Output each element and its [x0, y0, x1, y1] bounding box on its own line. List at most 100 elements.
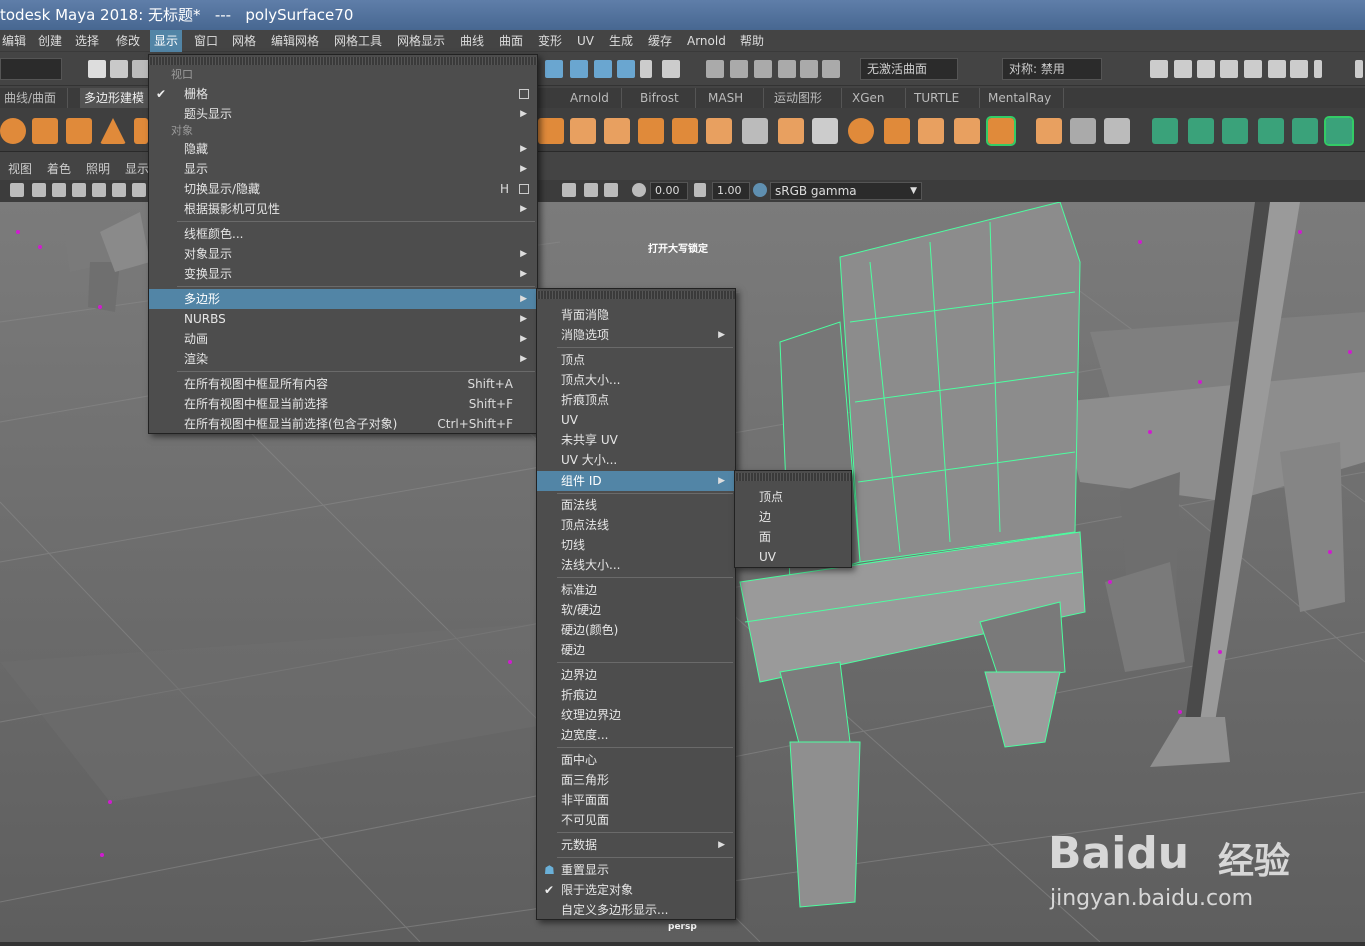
hypershade-icon[interactable]	[1244, 60, 1262, 78]
grease-pencil-icon[interactable]	[112, 183, 126, 197]
tab-curves[interactable]: 曲线/曲面	[0, 88, 68, 108]
option-box-icon[interactable]	[519, 184, 529, 194]
menu-item-hard-edges[interactable]: 硬边	[537, 640, 735, 660]
menu-item-face-centers[interactable]: 面中心	[537, 750, 735, 770]
menu-mesh[interactable]: 网格	[230, 30, 258, 52]
open-file-icon[interactable]	[110, 60, 128, 78]
color-management-icon[interactable]	[753, 183, 767, 197]
shelf-tool-3-icon[interactable]	[604, 118, 630, 144]
snap-surface-icon[interactable]	[800, 60, 818, 78]
exposure-field[interactable]: 0.00	[650, 182, 688, 200]
help-icon[interactable]	[617, 60, 635, 78]
panel-toggle-icon[interactable]	[1355, 60, 1363, 78]
bookmark-icon[interactable]	[52, 183, 66, 197]
menu-item-wireframe-color[interactable]: 线框颜色...	[149, 224, 537, 244]
snap-grid-icon[interactable]	[706, 60, 724, 78]
symmetry-field[interactable]: 对称: 禁用	[1002, 58, 1102, 80]
shelf-tool-20-icon[interactable]	[1222, 118, 1248, 144]
tab-arnold[interactable]: Arnold	[566, 88, 622, 108]
option-box-icon[interactable]	[519, 89, 529, 99]
menu-modify[interactable]: 修改	[114, 30, 142, 52]
shelf-tool-19-icon[interactable]	[1188, 118, 1214, 144]
menu-item-culling-options[interactable]: 消隐选项 ▶	[537, 325, 735, 345]
tab-bifrost[interactable]: Bifrost	[636, 88, 696, 108]
exposure-icon[interactable]	[632, 183, 646, 197]
camera-attr-icon[interactable]	[32, 183, 46, 197]
menu-create[interactable]: 创建	[36, 30, 64, 52]
menu-uv[interactable]: UV	[575, 30, 596, 52]
panel-menu-shading[interactable]: 着色	[47, 158, 71, 180]
menu-item-backface-culling[interactable]: 背面消隐	[537, 305, 735, 325]
gate-mask-icon[interactable]	[584, 183, 598, 197]
menu-curves[interactable]: 曲线	[458, 30, 486, 52]
menu-tearoff[interactable]	[149, 57, 537, 65]
menu-item-frame-selection[interactable]: 在所有视图中框显当前选择 Shift+F	[149, 394, 537, 414]
menu-item-hard-edges-color[interactable]: 硬边(颜色)	[537, 620, 735, 640]
grid-toggle-icon[interactable]	[132, 183, 146, 197]
menu-help[interactable]: 帮助	[738, 30, 766, 52]
snap-curve-icon[interactable]	[730, 60, 748, 78]
2d-pan-icon[interactable]	[92, 183, 106, 197]
menu-item-uv-size[interactable]: UV 大小...	[537, 450, 735, 470]
menu-item-edge-width[interactable]: 边宽度...	[537, 725, 735, 745]
shelf-tool-9-icon[interactable]	[812, 118, 838, 144]
tab-mash[interactable]: MASH	[704, 88, 764, 108]
menu-item-metadata[interactable]: 元数据 ▶	[537, 835, 735, 855]
menu-surfaces[interactable]: 曲面	[497, 30, 525, 52]
menu-item-crease-vertices[interactable]: 折痕顶点	[537, 390, 735, 410]
menu-item-frame-selection-children[interactable]: 在所有视图中框显当前选择(包含子对象) Ctrl+Shift+F	[149, 414, 537, 434]
field-chart-icon[interactable]	[604, 183, 618, 197]
menu-item-crease-edges[interactable]: 折痕边	[537, 685, 735, 705]
menu-mesh-display[interactable]: 网格显示	[395, 30, 447, 52]
menu-edit[interactable]: 编辑	[0, 30, 28, 52]
menu-edit-mesh[interactable]: 编辑网格	[269, 30, 321, 52]
poly-torus-icon[interactable]	[134, 118, 148, 144]
menu-tearoff[interactable]	[735, 473, 851, 481]
menu-item-frame-all[interactable]: 在所有视图中框显所有内容 Shift+A	[149, 374, 537, 394]
shelf-tool-14-icon[interactable]	[986, 116, 1016, 146]
menu-item-uv[interactable]: UV	[537, 410, 735, 430]
menu-item-animation[interactable]: 动画 ▶	[149, 329, 537, 349]
menu-item-id-vertices[interactable]: 顶点	[735, 487, 851, 507]
menu-item-show[interactable]: 显示 ▶	[149, 159, 537, 179]
shelf-tool-16-icon[interactable]	[1070, 118, 1096, 144]
menu-mesh-tools[interactable]: 网格工具	[332, 30, 384, 52]
shelf-tool-1-icon[interactable]	[538, 118, 564, 144]
menu-item-nurbs[interactable]: NURBS ▶	[149, 309, 537, 329]
menu-item-polygon[interactable]: 多边形 ▶	[149, 289, 537, 309]
menu-item-standard-edges[interactable]: 标准边	[537, 580, 735, 600]
new-file-icon[interactable]	[88, 60, 106, 78]
mode-dropdown[interactable]	[0, 58, 62, 80]
render-settings-icon[interactable]	[1220, 60, 1238, 78]
menu-generate[interactable]: 生成	[607, 30, 635, 52]
menu-item-invisible-faces[interactable]: 不可见面	[537, 810, 735, 830]
menu-item-unshared-uv[interactable]: 未共享 UV	[537, 430, 735, 450]
camera-icon[interactable]	[10, 183, 24, 197]
gamma-icon[interactable]	[694, 183, 706, 197]
light-editor-icon[interactable]	[1268, 60, 1286, 78]
tab-xgen[interactable]: XGen	[848, 88, 906, 108]
shelf-tool-21-icon[interactable]	[1258, 118, 1284, 144]
select-component-icon[interactable]	[594, 60, 612, 78]
select-hierarchy-icon[interactable]	[545, 60, 563, 78]
menu-tearoff[interactable]	[537, 291, 735, 299]
tab-poly-modeling[interactable]: 多边形建模	[80, 88, 150, 108]
shelf-tool-11-icon[interactable]	[884, 118, 910, 144]
shelf-tool-2-icon[interactable]	[570, 118, 596, 144]
menu-select[interactable]: 选择	[73, 30, 101, 52]
menu-item-face-normals[interactable]: 面法线	[537, 495, 735, 515]
shelf-tool-17-icon[interactable]	[1104, 118, 1130, 144]
menu-item-border-edges[interactable]: 边界边	[537, 665, 735, 685]
menu-item-id-edges[interactable]: 边	[735, 507, 851, 527]
menu-cache[interactable]: 缓存	[646, 30, 674, 52]
snap-view-icon[interactable]	[778, 60, 796, 78]
panel-menu-view[interactable]: 视图	[8, 158, 32, 180]
shelf-tool-12-icon[interactable]	[918, 118, 944, 144]
shelf-tool-10-icon[interactable]	[848, 118, 874, 144]
gamma-field[interactable]: 1.00	[712, 182, 750, 200]
shelf-tool-8-icon[interactable]	[778, 118, 804, 144]
menu-item-rendering[interactable]: 渲染 ▶	[149, 349, 537, 369]
menu-item-normals-size[interactable]: 法线大小...	[537, 555, 735, 575]
menu-item-texture-border-edges[interactable]: 纹理边界边	[537, 705, 735, 725]
shelf-tool-23-icon[interactable]	[1324, 116, 1354, 146]
